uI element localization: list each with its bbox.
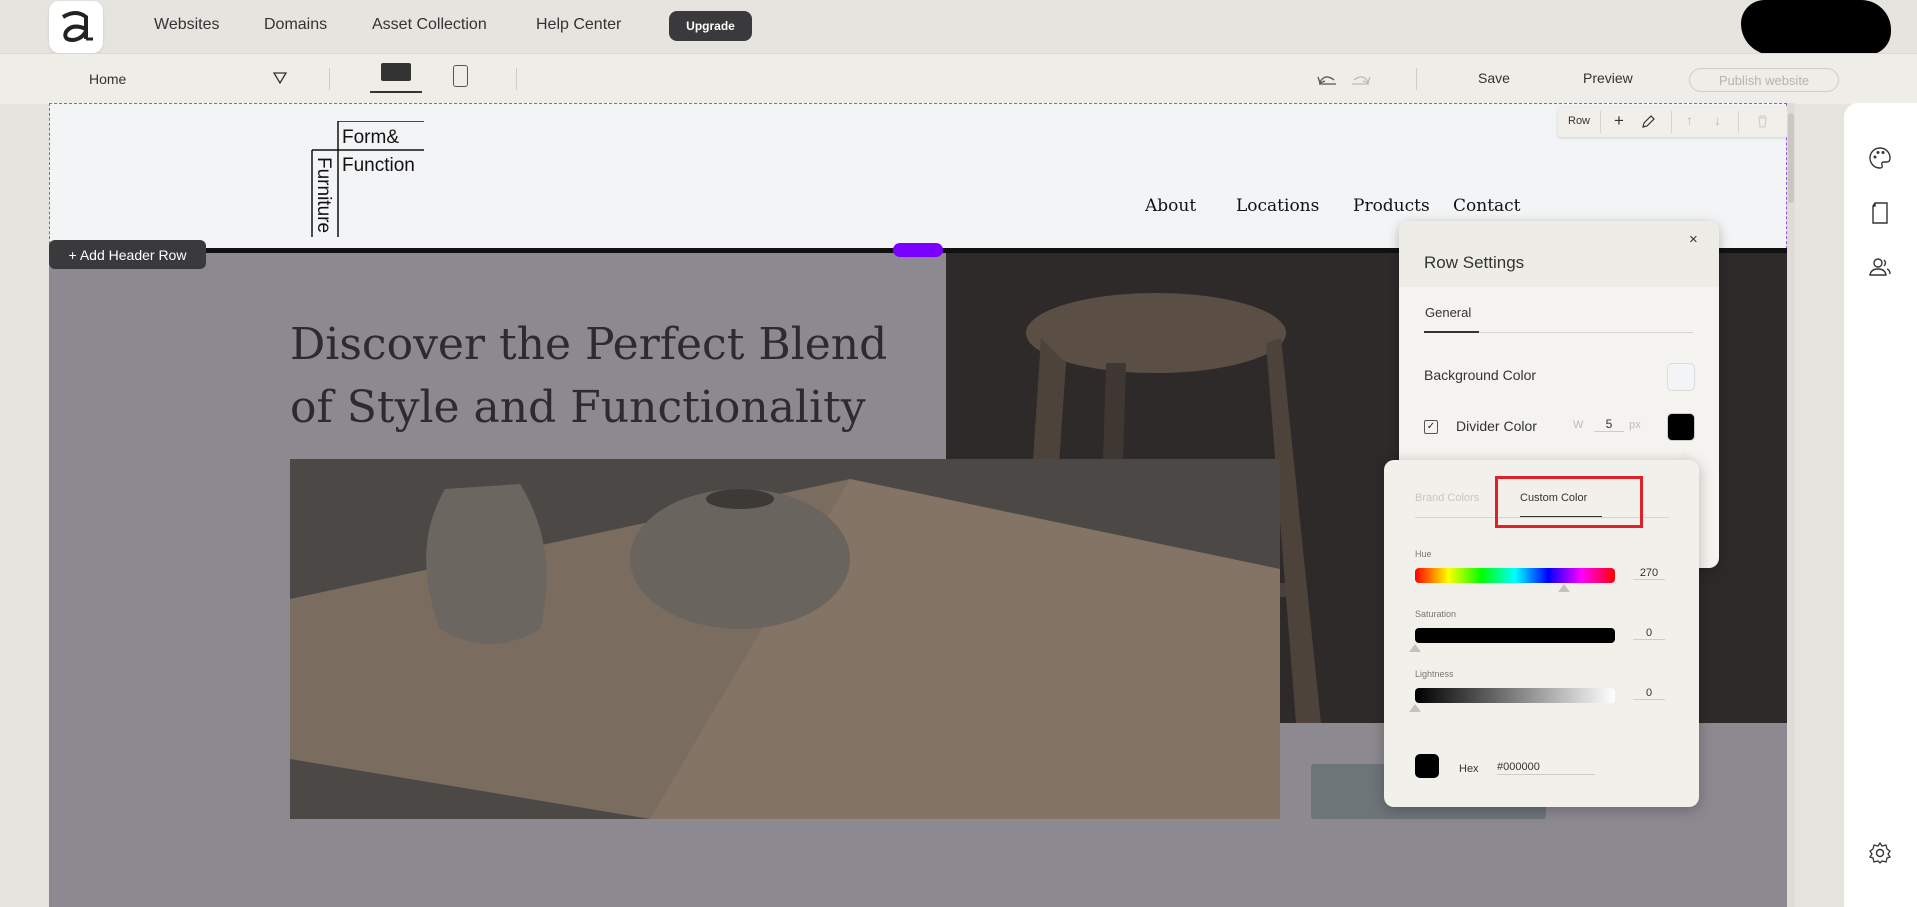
tab-brand-colors[interactable]: Brand Colors (1415, 492, 1479, 504)
divider (516, 68, 517, 90)
row-resize-handle[interactable] (893, 243, 943, 257)
saturation-input[interactable]: 0 (1633, 627, 1665, 640)
width-label: W (1573, 419, 1584, 431)
divider-color-label: Divider Color (1456, 418, 1537, 434)
tab-general[interactable]: General (1425, 305, 1471, 320)
row-label: Row (1568, 115, 1591, 127)
hue-slider[interactable] (1415, 568, 1615, 583)
vase-photo (290, 459, 1280, 819)
app-logo[interactable] (49, 1, 103, 53)
row-settings-title: Row Settings (1424, 253, 1525, 272)
app-logo-icon (61, 11, 93, 43)
right-sidebar (1844, 103, 1917, 907)
nav-help-center[interactable]: Help Center (536, 16, 621, 34)
chevron-down-icon[interactable] (273, 72, 287, 84)
close-icon[interactable]: × (1689, 231, 1698, 248)
move-up-icon[interactable]: ↑ (1686, 112, 1693, 128)
nav-domains[interactable]: Domains (264, 16, 327, 34)
desktop-view-button[interactable] (370, 61, 422, 93)
logo-text-function: Function (342, 155, 415, 176)
trash-icon[interactable] (1757, 115, 1768, 128)
edit-pencil-icon[interactable] (1641, 115, 1655, 129)
divider-checkbox[interactable]: ✓ (1424, 420, 1438, 434)
scrollbar[interactable] (1787, 103, 1795, 907)
lightness-slider[interactable] (1415, 688, 1615, 703)
row-toolbar: Row + ↑ ↓ (1558, 107, 1787, 137)
logo-text-form: Form& (342, 127, 399, 148)
move-down-icon[interactable]: ↓ (1714, 112, 1721, 128)
hex-input[interactable]: #000000 (1497, 761, 1595, 775)
hero-image[interactable] (290, 459, 1280, 819)
highlight-box (1495, 476, 1643, 528)
current-color-swatch (1415, 754, 1439, 778)
site-nav-contact[interactable]: Contact (1453, 196, 1521, 216)
saturation-slider[interactable] (1415, 628, 1615, 643)
hero-title[interactable]: Discover the Perfect Blend of Style and … (290, 313, 930, 439)
hue-input[interactable]: 270 (1633, 567, 1665, 580)
preview-button[interactable]: Preview (1583, 70, 1633, 86)
divider (1671, 111, 1672, 133)
nav-websites[interactable]: Websites (154, 16, 220, 34)
divider-width-input[interactable]: 5 (1594, 417, 1624, 432)
tab-active-indicator (1424, 331, 1479, 333)
desktop-icon (381, 63, 411, 81)
background-color-label: Background Color (1424, 367, 1537, 383)
brand-logo[interactable]: Form& Function Furniture (308, 121, 424, 237)
avatar[interactable] (1741, 0, 1891, 55)
saturation-label: Saturation (1415, 609, 1457, 619)
redo-icon[interactable] (1350, 71, 1372, 85)
hue-label: Hue (1415, 549, 1432, 559)
scrollbar-thumb[interactable] (1788, 113, 1794, 203)
undo-icon[interactable] (1316, 71, 1338, 85)
save-button[interactable]: Save (1478, 70, 1510, 86)
divider (1738, 111, 1739, 133)
logo-text-furniture: Furniture (313, 157, 334, 233)
nav-asset-collection[interactable]: Asset Collection (372, 16, 487, 34)
divider (329, 68, 330, 90)
top-navigation: Websites Domains Asset Collection Help C… (0, 0, 1917, 55)
background-color-swatch[interactable] (1667, 363, 1695, 391)
lightness-slider-thumb[interactable] (1409, 704, 1421, 712)
divider-color-swatch[interactable] (1667, 413, 1695, 441)
hue-slider-thumb[interactable] (1558, 584, 1570, 592)
gear-icon[interactable] (1868, 841, 1892, 865)
publish-button[interactable]: Publish website (1689, 68, 1839, 92)
editor-toolbar: Home Save Preview Publish website (0, 53, 1917, 104)
mobile-view-button[interactable] (453, 65, 468, 87)
add-header-row-button[interactable]: + Add Header Row (49, 240, 206, 269)
palette-icon[interactable] (1868, 146, 1892, 170)
hex-label: Hex (1459, 763, 1479, 775)
page-selector[interactable]: Home (89, 71, 126, 87)
site-nav-about[interactable]: About (1145, 196, 1196, 216)
site-nav-locations[interactable]: Locations (1236, 196, 1319, 216)
users-icon[interactable] (1868, 255, 1892, 279)
width-unit: px (1629, 419, 1641, 431)
divider (1416, 68, 1417, 90)
lightness-label: Lightness (1415, 669, 1454, 679)
add-icon[interactable]: + (1614, 111, 1624, 131)
site-nav-products[interactable]: Products (1353, 196, 1430, 216)
page-icon[interactable] (1868, 201, 1892, 225)
lightness-input[interactable]: 0 (1633, 687, 1665, 700)
saturation-slider-thumb[interactable] (1409, 644, 1421, 652)
upgrade-button[interactable]: Upgrade (669, 11, 752, 41)
divider (1600, 111, 1601, 133)
